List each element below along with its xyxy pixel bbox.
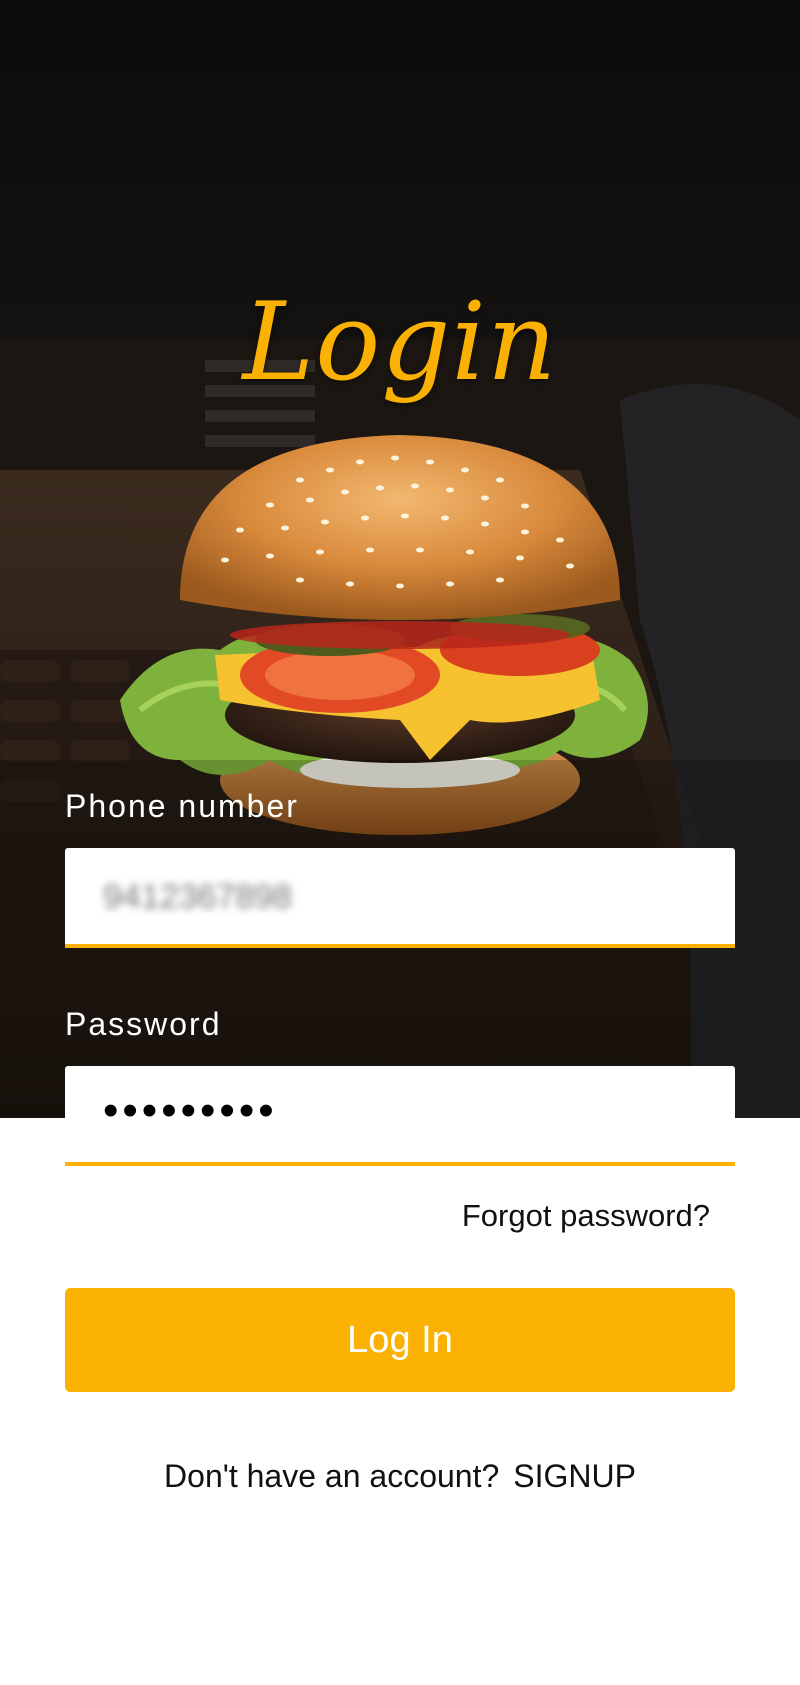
password-input[interactable]: •••••••••: [65, 1066, 735, 1166]
phone-input[interactable]: 9412367898: [65, 848, 735, 948]
burger-photo: [0, 340, 800, 1118]
signup-link[interactable]: SIGNUP: [513, 1458, 636, 1494]
password-input-value: •••••••••: [103, 1086, 278, 1135]
login-screen: Login Phone number 9412367898 Password •…: [0, 0, 800, 1685]
signup-prompt-text: Don't have an account?: [164, 1458, 500, 1494]
forgot-password-link[interactable]: Forgot password?: [430, 1198, 710, 1234]
phone-input-value: 9412367898: [103, 878, 293, 916]
phone-label: Phone number: [65, 788, 299, 824]
login-button[interactable]: Log In: [65, 1288, 735, 1392]
hero-image: [0, 0, 800, 1118]
signup-prompt: Don't have an account? SIGNUP: [0, 1458, 800, 1495]
password-label: Password: [65, 1006, 222, 1042]
page-title: Login: [242, 280, 558, 405]
